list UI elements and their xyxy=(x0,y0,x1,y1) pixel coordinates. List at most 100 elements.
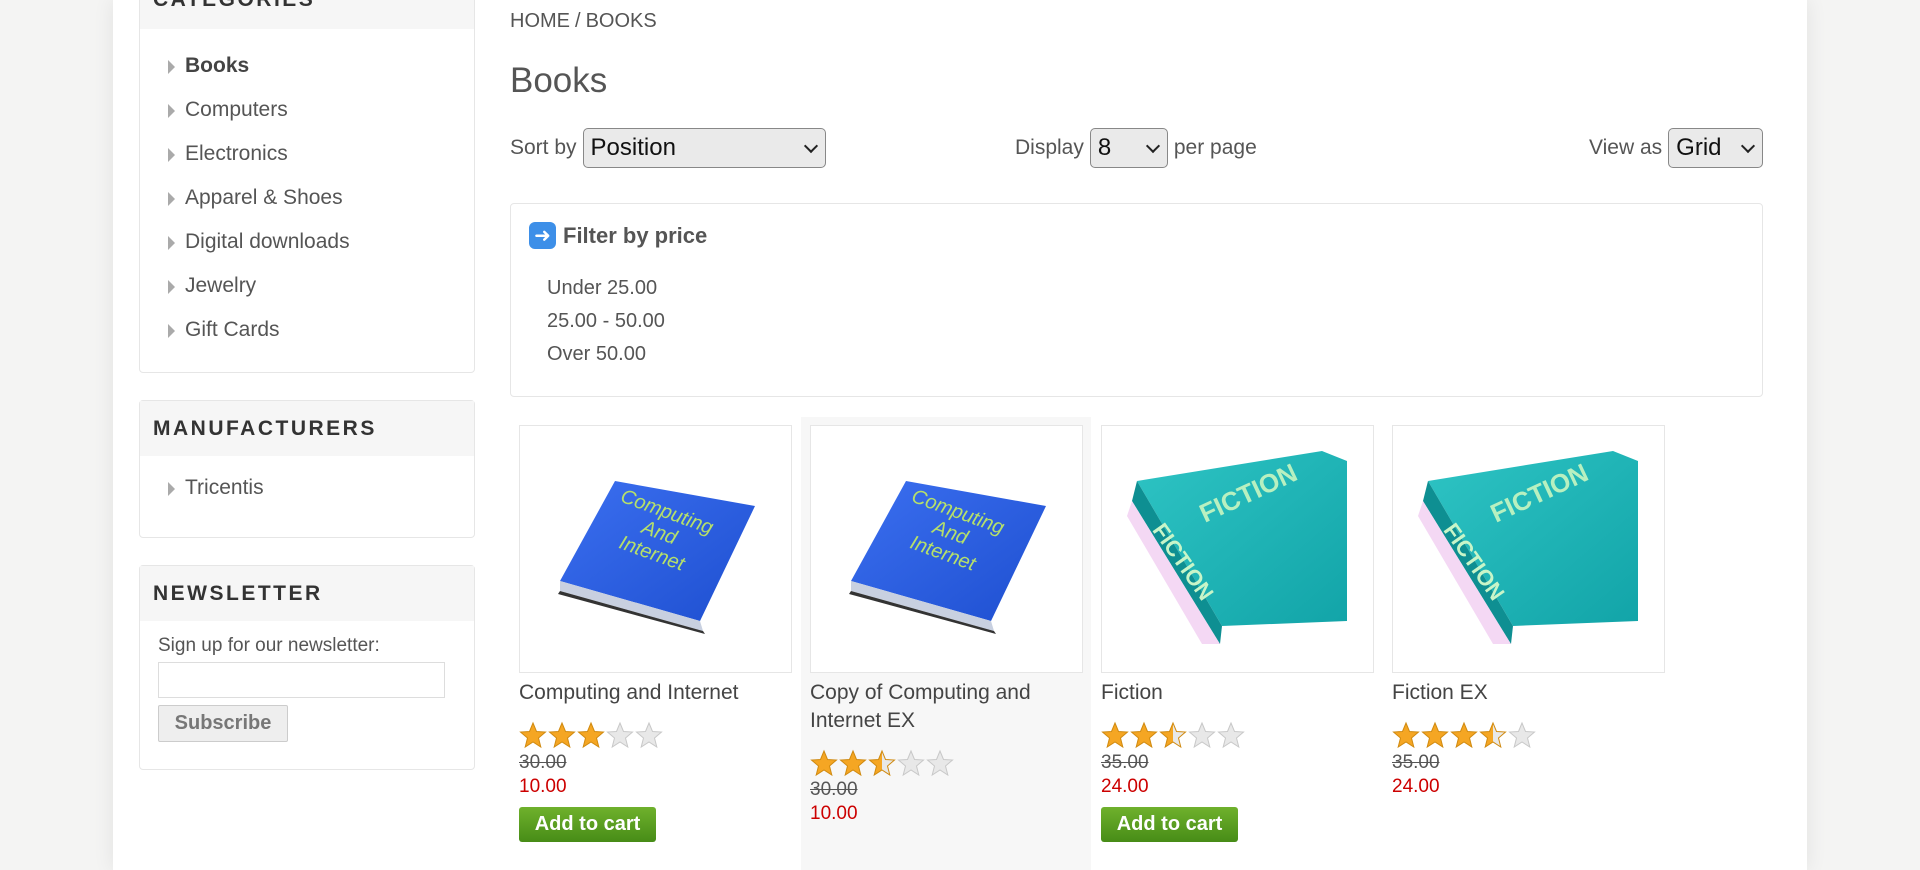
sort-by-select[interactable]: Position xyxy=(582,128,826,168)
price-filter-box: ➜ Filter by price Under 25.00 25.00 - 50… xyxy=(510,203,1763,397)
view-as-select[interactable]: Grid xyxy=(1668,128,1764,168)
price-range-over-50[interactable]: Over 50.00 xyxy=(547,338,665,371)
rating-stars xyxy=(1101,721,1246,749)
breadcrumb-separator: / xyxy=(575,10,581,32)
star-full-icon xyxy=(1101,721,1129,749)
add-to-cart-button[interactable]: Add to cart xyxy=(1101,807,1238,842)
product-item: Computing And Internet Computing and Int… xyxy=(510,417,800,870)
view-as-value: Grid xyxy=(1676,134,1722,161)
price-filter-options: Under 25.00 25.00 - 50.00 Over 50.00 xyxy=(547,272,665,371)
breadcrumb-home-link[interactable]: HOME xyxy=(510,10,570,32)
star-half-icon xyxy=(1159,721,1187,749)
star-empty-icon xyxy=(1217,721,1245,749)
subscribe-button[interactable]: Subscribe xyxy=(158,705,288,742)
star-full-icon xyxy=(1130,721,1158,749)
categories-title: CATEGORIES xyxy=(140,0,474,29)
rating-stars xyxy=(1392,721,1537,749)
newsletter-email-input[interactable] xyxy=(158,662,445,698)
display-control: Display 8 per page xyxy=(1015,128,1257,168)
product-item: FICTION FICTION Fiction 35.00 24.00 Add … xyxy=(1092,417,1382,870)
triangle-right-icon xyxy=(168,236,175,250)
actual-price: 24.00 xyxy=(1392,776,1440,797)
book-fiction-image: FICTION FICTION xyxy=(1418,451,1638,644)
triangle-right-icon xyxy=(168,324,175,338)
book-fiction-image: FICTION FICTION xyxy=(1127,451,1347,644)
old-price: 35.00 xyxy=(1101,752,1149,773)
categories-block: CATEGORIES Books Computers Electronics A… xyxy=(139,0,475,373)
price-range-25-50[interactable]: 25.00 - 50.00 xyxy=(547,305,665,338)
add-to-cart-button[interactable]: Add to cart xyxy=(519,807,656,842)
price-filter-header: ➜ Filter by price xyxy=(529,222,707,249)
triangle-right-icon xyxy=(168,148,175,162)
page-size-value: 8 xyxy=(1097,134,1112,161)
product-image[interactable]: Computing And Internet xyxy=(519,425,792,673)
star-full-icon xyxy=(839,749,867,777)
product-image[interactable]: FICTION FICTION xyxy=(1392,425,1665,673)
product-image[interactable]: Computing And Internet xyxy=(810,425,1083,673)
star-empty-icon xyxy=(897,749,925,777)
star-full-icon xyxy=(1450,721,1478,749)
category-item-digital-downloads[interactable]: Digital downloads xyxy=(140,220,474,264)
per-page-label: per page xyxy=(1173,136,1257,159)
product-image[interactable]: FICTION FICTION xyxy=(1101,425,1374,673)
page-title: Books xyxy=(510,61,608,100)
page-size-select[interactable]: 8 xyxy=(1089,128,1168,168)
old-price: 30.00 xyxy=(519,752,567,773)
newsletter-label: Sign up for our newsletter: xyxy=(158,635,380,656)
product-item: FICTION FICTION Fiction EX 35.00 24.00 xyxy=(1383,417,1673,870)
product-title[interactable]: Fiction xyxy=(1101,679,1376,707)
breadcrumb: HOME / BOOKS xyxy=(510,10,657,33)
star-full-icon xyxy=(810,749,838,777)
star-empty-icon xyxy=(635,721,663,749)
star-empty-icon xyxy=(606,721,634,749)
actual-price: 10.00 xyxy=(519,776,567,797)
old-price: 35.00 xyxy=(1392,752,1440,773)
price-range-under-25[interactable]: Under 25.00 xyxy=(547,272,665,305)
book-computing-image: Computing And Internet xyxy=(849,481,1046,634)
sort-by-label: Sort by xyxy=(510,136,577,159)
product-title[interactable]: Fiction EX xyxy=(1392,679,1667,707)
breadcrumb-current: BOOKS xyxy=(585,10,657,32)
manufacturers-block: MANUFACTURERS Tricentis xyxy=(139,400,475,538)
product-title[interactable]: Computing and Internet xyxy=(519,679,794,707)
triangle-right-icon xyxy=(168,192,175,206)
manufacturers-title: MANUFACTURERS xyxy=(140,401,474,456)
category-item-computers[interactable]: Computers xyxy=(140,88,474,132)
chevron-down-icon xyxy=(1145,138,1160,153)
category-item-electronics[interactable]: Electronics xyxy=(140,132,474,176)
product-title[interactable]: Copy of Computing and Internet EX xyxy=(810,679,1085,735)
book-computing-image: Computing And Internet xyxy=(558,481,755,634)
star-full-icon xyxy=(519,721,547,749)
newsletter-title: NEWSLETTER xyxy=(140,566,474,621)
manufacturer-item-tricentis[interactable]: Tricentis xyxy=(140,466,474,510)
product-item: Computing And Internet Copy of Computing… xyxy=(801,417,1091,870)
newsletter-block: NEWSLETTER Sign up for our newsletter: S… xyxy=(139,565,475,770)
sort-by-control: Sort by Position xyxy=(510,128,832,168)
chevron-down-icon xyxy=(1741,138,1756,153)
view-as-control: View as Grid xyxy=(1589,128,1769,168)
category-item-jewelry[interactable]: Jewelry xyxy=(140,264,474,308)
sort-by-value: Position xyxy=(590,134,676,161)
star-empty-icon xyxy=(1188,721,1216,749)
manufacturers-list: Tricentis xyxy=(140,456,474,510)
star-half-icon xyxy=(868,749,896,777)
categories-list: Books Computers Electronics Apparel & Sh… xyxy=(140,29,474,352)
triangle-right-icon xyxy=(168,104,175,118)
category-item-gift-cards[interactable]: Gift Cards xyxy=(140,308,474,352)
star-full-icon xyxy=(548,721,576,749)
star-empty-icon xyxy=(926,749,954,777)
triangle-right-icon xyxy=(168,482,175,496)
star-full-icon xyxy=(577,721,605,749)
arrow-right-icon: ➜ xyxy=(529,222,556,249)
category-item-apparel-shoes[interactable]: Apparel & Shoes xyxy=(140,176,474,220)
display-label: Display xyxy=(1015,136,1084,159)
price-filter-title: Filter by price xyxy=(563,222,708,248)
chevron-down-icon xyxy=(803,138,818,153)
rating-stars xyxy=(810,749,955,777)
star-full-icon xyxy=(1421,721,1449,749)
star-half-icon xyxy=(1479,721,1507,749)
newsletter-content: Sign up for our newsletter: Subscribe xyxy=(140,621,474,756)
actual-price: 10.00 xyxy=(810,803,858,824)
actual-price: 24.00 xyxy=(1101,776,1149,797)
category-item-books[interactable]: Books xyxy=(140,44,474,88)
